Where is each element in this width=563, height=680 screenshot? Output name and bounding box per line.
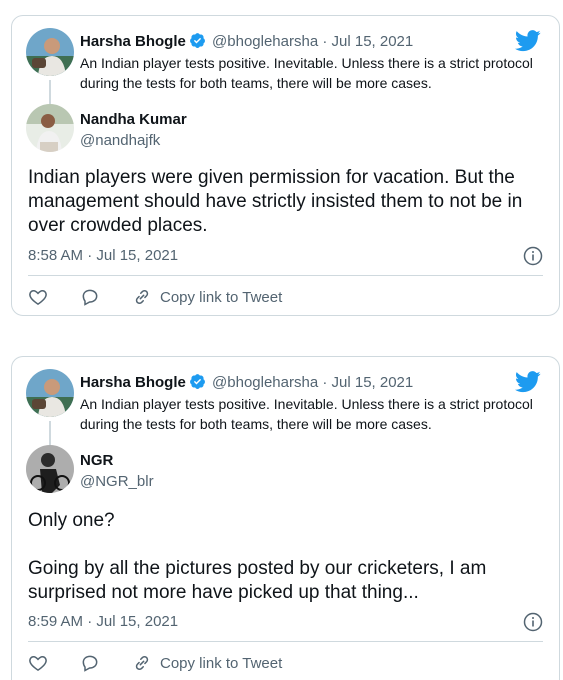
divider	[28, 641, 543, 642]
tweet-actions: Copy link to Tweet	[28, 287, 282, 307]
tweet-actions: Copy link to Tweet	[28, 653, 282, 673]
twitter-logo-icon[interactable]	[515, 371, 541, 393]
verified-badge-icon	[189, 33, 205, 48]
reply-author: NGR @NGR_blr	[26, 445, 426, 497]
embedded-tweet-card[interactable]: Harsha Bhogle @bhogleharsha · Jul 15, 20…	[11, 356, 560, 680]
parent-tweet: Harsha Bhogle @bhogleharsha · Jul 15, 20…	[26, 369, 533, 457]
twitter-logo-icon[interactable]	[515, 30, 541, 52]
reply-text-line: Going by all the pictures posted by our …	[28, 558, 487, 603]
parent-tweet-text: An Indian player tests positive. Inevita…	[80, 55, 533, 91]
tweet-timestamp[interactable]: 8:58 AM · Jul 15, 2021	[28, 246, 178, 266]
reply-author: Nandha Kumar @nandhajfk	[26, 104, 426, 156]
reply-author-name[interactable]: Nandha Kumar	[80, 110, 187, 130]
parent-tweet: Harsha Bhogle @bhogleharsha · Jul 15, 20…	[26, 28, 533, 116]
avatar[interactable]	[26, 445, 74, 493]
verified-badge-icon	[189, 374, 205, 389]
copy-link-button[interactable]: Copy link to Tweet	[132, 287, 282, 307]
avatar[interactable]	[26, 28, 74, 76]
avatar[interactable]	[26, 104, 74, 152]
parent-tweet-header: Harsha Bhogle @bhogleharsha · Jul 15, 20…	[80, 32, 413, 52]
heart-icon[interactable]	[28, 653, 48, 673]
copy-link-label: Copy link to Tweet	[160, 654, 283, 672]
reply-tweet-text: Indian players were given permission for…	[28, 167, 523, 236]
tweet-date[interactable]: Jul 15, 2021	[332, 33, 414, 50]
reply-author-handle[interactable]: @NGR_blr	[80, 472, 154, 492]
link-icon	[135, 655, 149, 671]
tweet-timestamp[interactable]: 8:59 AM · Jul 15, 2021	[28, 612, 178, 632]
embedded-tweet-card[interactable]: Harsha Bhogle @bhogleharsha · Jul 15, 20…	[11, 15, 560, 316]
parent-tweet-header: Harsha Bhogle @bhogleharsha · Jul 15, 20…	[80, 373, 413, 393]
info-icon[interactable]	[523, 612, 543, 632]
reply-bubble-icon[interactable]	[80, 653, 100, 673]
author-name[interactable]: Harsha Bhogle	[80, 374, 186, 391]
info-icon[interactable]	[523, 246, 543, 266]
reply-text-line: Only one?	[28, 510, 115, 531]
parent-tweet-text: An Indian player tests positive. Inevita…	[80, 396, 533, 432]
author-handle[interactable]: @bhogleharsha	[212, 33, 318, 50]
tweet-date[interactable]: Jul 15, 2021	[332, 374, 414, 391]
heart-icon[interactable]	[28, 287, 48, 307]
separator-dot: ·	[322, 33, 328, 50]
copy-link-button[interactable]: Copy link to Tweet	[132, 653, 282, 673]
copy-link-label: Copy link to Tweet	[160, 288, 283, 306]
reply-author-name[interactable]: NGR	[80, 451, 113, 471]
reply-bubble-icon[interactable]	[80, 287, 100, 307]
reply-tweet-text: Only one? Going by all the pictures post…	[28, 509, 553, 605]
divider	[28, 275, 543, 276]
author-handle[interactable]: @bhogleharsha	[212, 374, 318, 391]
link-icon	[135, 289, 149, 305]
reply-author-handle[interactable]: @nandhajfk	[80, 131, 160, 151]
author-name[interactable]: Harsha Bhogle	[80, 33, 186, 50]
avatar[interactable]	[26, 369, 74, 417]
separator-dot: ·	[322, 374, 328, 391]
